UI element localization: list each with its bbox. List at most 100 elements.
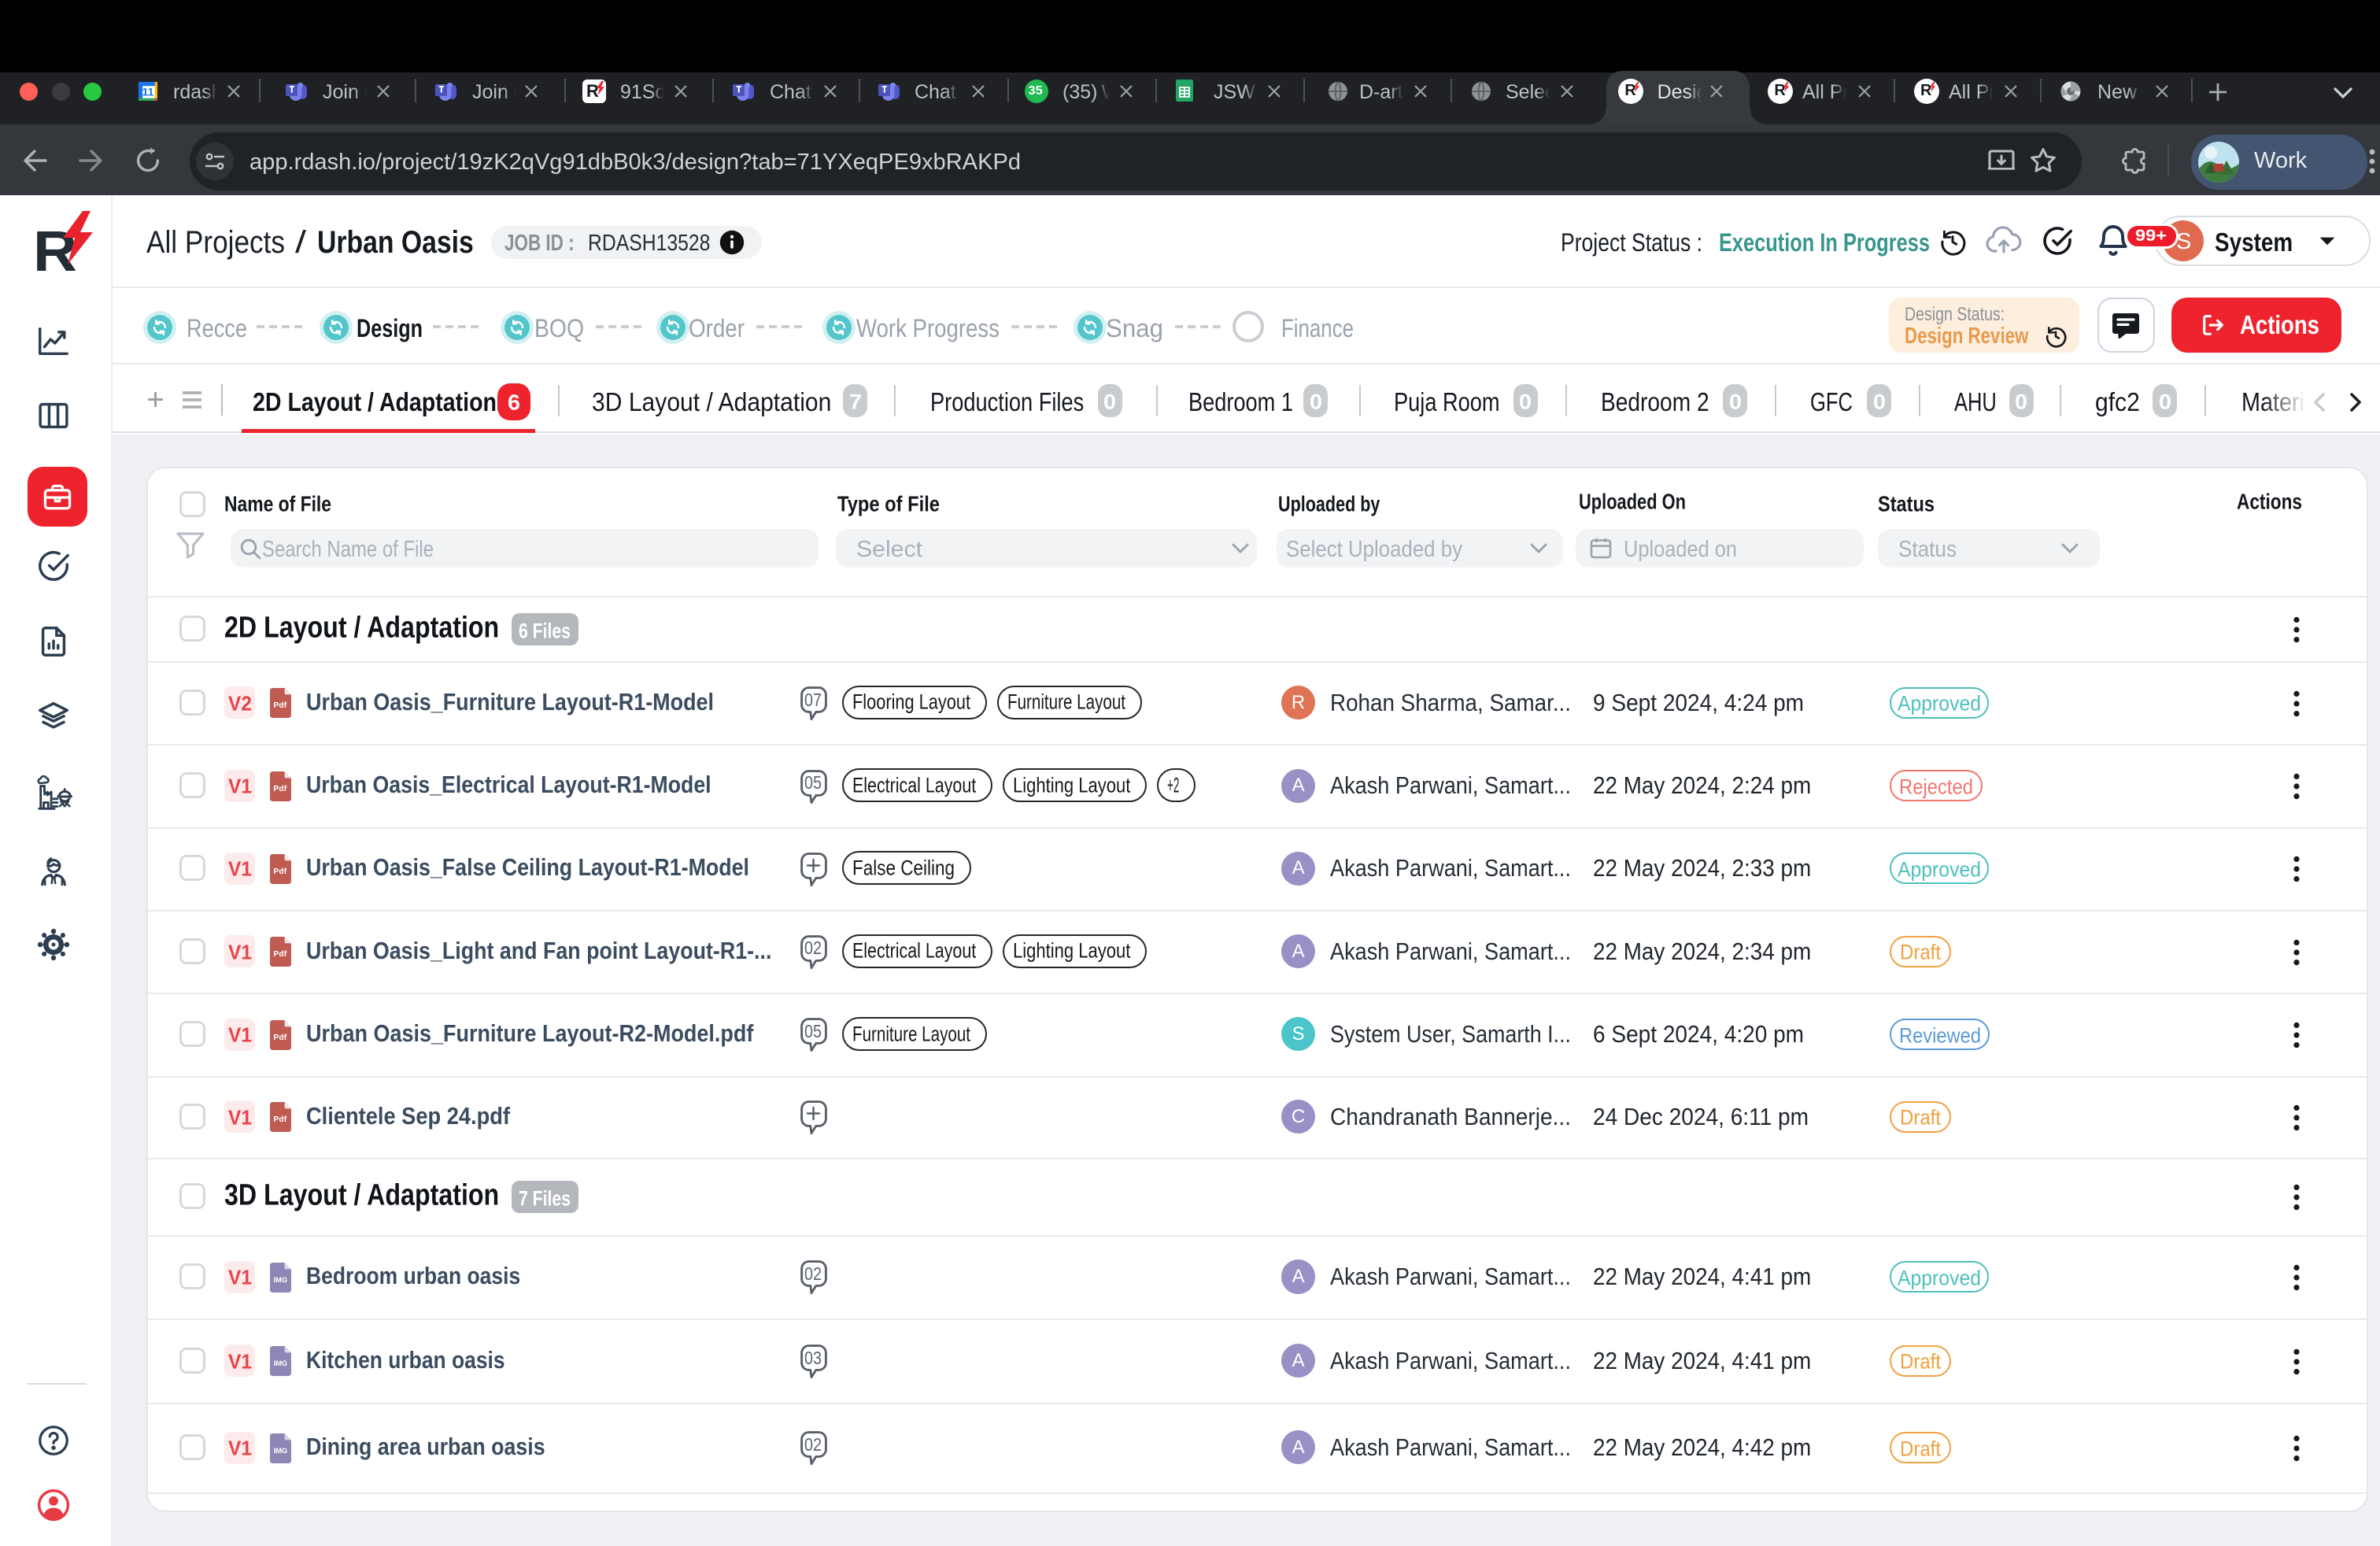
- svg-text:V1: V1: [228, 1436, 252, 1459]
- svg-text:0: 0: [1519, 390, 1532, 413]
- svg-text:Akash Parwani, Samart...: Akash Parwani, Samart...: [1330, 1347, 1571, 1374]
- svg-text:3D Layout / Adaptation: 3D Layout / Adaptation: [224, 1178, 499, 1211]
- svg-text:V1: V1: [228, 1023, 252, 1046]
- svg-text:RDASH13528: RDASH13528: [588, 231, 710, 256]
- svg-text:0: 0: [2015, 390, 2027, 413]
- svg-text:0: 0: [1729, 390, 1742, 413]
- svg-text:Approved: Approved: [1898, 1266, 1981, 1289]
- svg-text:Urban Oasis_Furniture Layout-R: Urban Oasis_Furniture Layout-R2-Model.pd…: [306, 1019, 754, 1047]
- svg-text:False Ceiling: False Ceiling: [852, 856, 955, 879]
- svg-text:Approved: Approved: [1898, 857, 1981, 881]
- svg-text:V2: V2: [228, 691, 252, 715]
- svg-text:07: 07: [804, 689, 822, 709]
- svg-text:22 May 2024, 4:41 pm: 22 May 2024, 4:41 pm: [1593, 1263, 1811, 1290]
- svg-text:Urban Oasis_Electrical Layout-: Urban Oasis_Electrical Layout-R1-Model: [306, 771, 711, 798]
- svg-text:Snag: Snag: [1106, 314, 1163, 342]
- svg-text:6 Files: 6 Files: [519, 619, 571, 642]
- svg-text:Rejected: Rejected: [1899, 775, 1973, 798]
- svg-text:Urban Oasis: Urban Oasis: [317, 225, 474, 260]
- svg-text:22 May 2024, 4:42 pm: 22 May 2024, 4:42 pm: [1593, 1433, 1811, 1461]
- svg-text:Design: Design: [357, 314, 423, 342]
- svg-text:Pdf: Pdf: [273, 867, 286, 876]
- svg-text:Rohan Sharma, Samar...: Rohan Sharma, Samar...: [1330, 689, 1571, 716]
- svg-text:Status: Status: [1878, 491, 1935, 516]
- svg-text:7: 7: [849, 390, 862, 413]
- svg-text:11: 11: [142, 86, 154, 98]
- svg-text:2D Layout / Adaptation: 2D Layout / Adaptation: [224, 611, 499, 644]
- svg-text:Uploaded On: Uploaded On: [1579, 489, 1686, 513]
- svg-text:Production Files: Production Files: [930, 387, 1084, 416]
- svg-text:IMG: IMG: [274, 1275, 287, 1283]
- svg-text:JOB ID :: JOB ID :: [504, 231, 575, 256]
- svg-text:Akash Parwani, Samart...: Akash Parwani, Samart...: [1330, 1433, 1571, 1461]
- svg-text:Execution In Progress: Execution In Progress: [1719, 228, 1930, 257]
- svg-text:Electrical Layout: Electrical Layout: [852, 939, 977, 963]
- svg-text:BOQ: BOQ: [534, 314, 584, 342]
- svg-text:6 Sept 2024, 4:20 pm: 6 Sept 2024, 4:20 pm: [1593, 1020, 1804, 1048]
- svg-text:0: 0: [1103, 390, 1116, 413]
- svg-text:0: 0: [2159, 390, 2171, 413]
- svg-text:Pdf: Pdf: [273, 785, 286, 793]
- svg-text:6: 6: [508, 390, 520, 414]
- svg-text:02: 02: [804, 938, 822, 958]
- svg-text:Lighting Layout: Lighting Layout: [1013, 939, 1131, 963]
- svg-text:All Projects: All Projects: [146, 225, 285, 260]
- svg-text:Pdf: Pdf: [273, 1116, 286, 1125]
- svg-text:05: 05: [804, 772, 822, 793]
- svg-text:Akash Parwani, Samart...: Akash Parwani, Samart...: [1330, 854, 1571, 882]
- svg-text:System: System: [2215, 227, 2293, 257]
- svg-text:/: /: [295, 225, 307, 260]
- svg-text:Lighting Layout: Lighting Layout: [1013, 773, 1131, 797]
- svg-text:0: 0: [1873, 390, 1886, 413]
- svg-text:Finance: Finance: [1281, 314, 1354, 342]
- svg-text:Draft: Draft: [1900, 1350, 1941, 1374]
- svg-text:Chandranath Bannerje...: Chandranath Bannerje...: [1330, 1103, 1571, 1130]
- svg-text:Furniture Layout: Furniture Layout: [852, 1022, 970, 1045]
- svg-text:9 Sept 2024, 4:24 pm: 9 Sept 2024, 4:24 pm: [1593, 689, 1804, 716]
- svg-text:Urban Oasis_False Ceiling Layo: Urban Oasis_False Ceiling Layout-R1-Mode…: [306, 853, 749, 881]
- svg-text:Akash Parwani, Samart...: Akash Parwani, Samart...: [1330, 1263, 1571, 1290]
- svg-text:Draft: Draft: [1900, 1106, 1941, 1130]
- svg-text:Electrical Layout: Electrical Layout: [852, 773, 977, 797]
- svg-text:V1: V1: [228, 857, 252, 881]
- svg-text:Design Status:: Design Status:: [1905, 304, 2005, 325]
- svg-text:Draft: Draft: [1900, 941, 1941, 964]
- svg-text:AHU: AHU: [1954, 387, 1997, 416]
- svg-text:3D Layout / Adaptation: 3D Layout / Adaptation: [592, 387, 831, 416]
- svg-text:Urban Oasis_Furniture Layout-R: Urban Oasis_Furniture Layout-R1-Model: [306, 688, 714, 716]
- svg-text:V1: V1: [228, 1105, 252, 1129]
- svg-text:Akash Parwani, Samart...: Akash Parwani, Samart...: [1330, 771, 1571, 799]
- svg-text:Search Name of File: Search Name of File: [262, 537, 434, 562]
- svg-text:V1: V1: [228, 1266, 252, 1289]
- svg-text:Reviewed: Reviewed: [1899, 1023, 1981, 1047]
- svg-text:V1: V1: [228, 775, 252, 798]
- svg-text:2D Layout / Adaptation: 2D Layout / Adaptation: [253, 387, 497, 416]
- svg-text:24 Dec 2024, 6:11 pm: 24 Dec 2024, 6:11 pm: [1593, 1103, 1809, 1130]
- svg-text:Puja Room: Puja Room: [1394, 387, 1500, 416]
- svg-text:05: 05: [804, 1020, 822, 1041]
- svg-text:Design Review: Design Review: [1905, 324, 2029, 349]
- svg-text:+2: +2: [1167, 773, 1179, 797]
- svg-text:Draft: Draft: [1900, 1437, 1941, 1460]
- svg-text:Akash Parwani, Samart...: Akash Parwani, Samart...: [1330, 938, 1571, 965]
- svg-text:Uploaded by: Uploaded by: [1278, 491, 1380, 516]
- svg-text:Urban Oasis_Light and Fan poin: Urban Oasis_Light and Fan point Layout-R…: [306, 937, 771, 964]
- svg-text:Pdf: Pdf: [273, 701, 286, 710]
- svg-text:Materia: Materia: [2241, 387, 2311, 416]
- svg-text:Kitchen urban oasis: Kitchen urban oasis: [306, 1346, 505, 1374]
- svg-text:Actions: Actions: [2240, 310, 2319, 339]
- svg-text:Recce: Recce: [187, 314, 247, 342]
- svg-text:22 May 2024, 2:34 pm: 22 May 2024, 2:34 pm: [1593, 938, 1811, 965]
- svg-text:Furniture Layout: Furniture Layout: [1007, 690, 1125, 714]
- svg-text:Bedroom urban oasis: Bedroom urban oasis: [306, 1262, 520, 1289]
- svg-text:Type of File: Type of File: [837, 491, 940, 516]
- svg-text:99+: 99+: [2135, 227, 2167, 245]
- svg-text:Clientele Sep 24.pdf: Clientele Sep 24.pdf: [306, 1102, 511, 1130]
- svg-text:Dining area urban oasis: Dining area urban oasis: [306, 1433, 545, 1460]
- svg-text:02: 02: [804, 1433, 822, 1454]
- svg-text:22 May 2024, 2:24 pm: 22 May 2024, 2:24 pm: [1593, 771, 1811, 799]
- svg-text:IMG: IMG: [274, 1359, 287, 1367]
- svg-text:Pdf: Pdf: [273, 950, 286, 959]
- svg-text:app.rdash.io/project/19zK2qVg9: app.rdash.io/project/19zK2qVg91dbB0k3/de…: [249, 150, 1021, 175]
- svg-text:Order: Order: [689, 314, 745, 342]
